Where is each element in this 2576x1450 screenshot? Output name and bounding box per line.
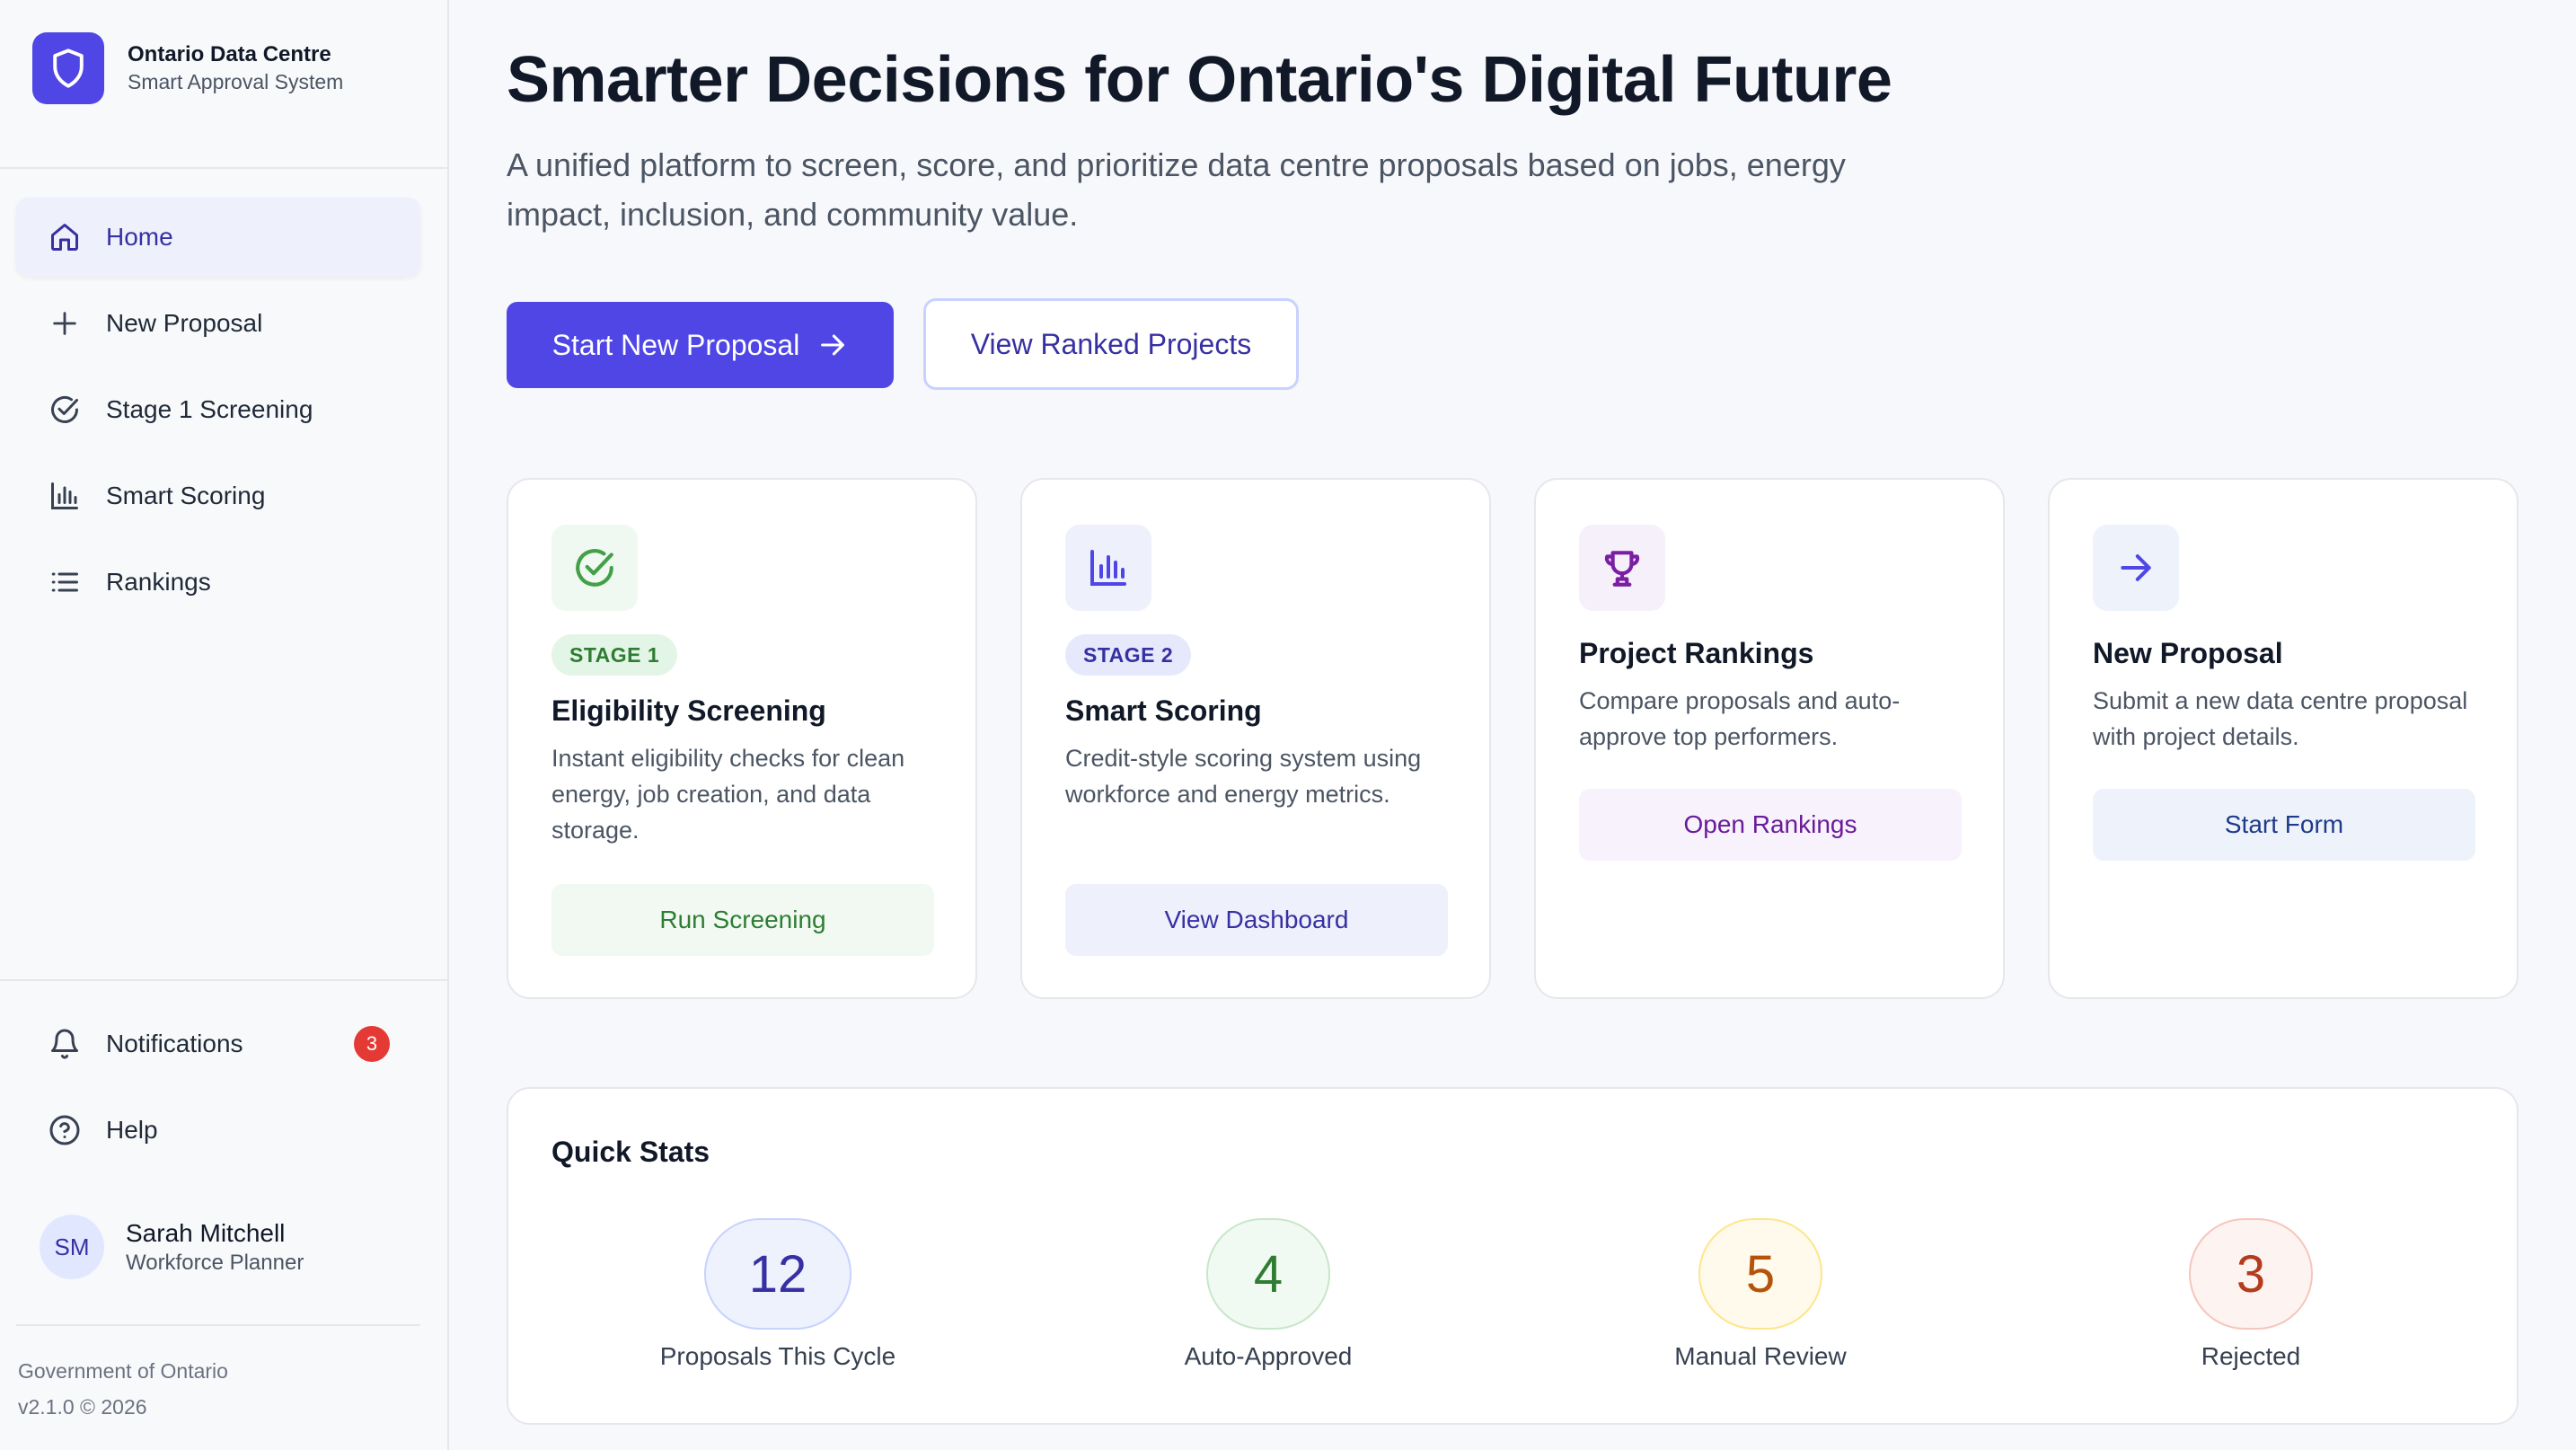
- open-rankings-button[interactable]: Open Rankings: [1579, 789, 1962, 861]
- sidebar-item-label: Smart Scoring: [106, 482, 266, 509]
- sidebar-item-notifications[interactable]: Notifications 3: [16, 1004, 420, 1083]
- sidebar-item-new-proposal[interactable]: New Proposal: [16, 284, 420, 363]
- brand-subtitle: Smart Approval System: [128, 70, 344, 93]
- page-subtitle: A unified platform to screen, score, and…: [507, 146, 1846, 233]
- divider: [16, 1324, 420, 1326]
- card-title: Project Rankings: [1579, 637, 1814, 669]
- card-description: Compare proposals and auto-approve top p…: [1579, 687, 1901, 750]
- footer-org: Government of Ontario: [18, 1359, 228, 1383]
- sidebar-item-smart-scoring[interactable]: Smart Scoring: [16, 456, 420, 535]
- quick-stats-panel: Quick Stats 12 Proposals This Cycle 4 Au…: [507, 1087, 2519, 1425]
- start-form-button[interactable]: Start Form: [2093, 789, 2475, 861]
- sidebar-item-home[interactable]: Home: [16, 198, 420, 277]
- stat-proposals-this-cycle: 12 Proposals This Cycle: [598, 1218, 957, 1371]
- stat-manual-review: 5 Manual Review: [1581, 1218, 1940, 1371]
- run-screening-button[interactable]: Run Screening: [551, 884, 934, 956]
- user-name: Sarah Mitchell: [126, 1219, 286, 1247]
- sidebar-item-label: Notifications: [106, 1030, 243, 1057]
- plus-icon: [47, 305, 83, 341]
- stat-label: Proposals This Cycle: [659, 1342, 896, 1370]
- check-circle-icon: [47, 392, 83, 428]
- list-icon: [47, 564, 83, 600]
- bell-icon: [47, 1026, 83, 1062]
- stat-label: Manual Review: [1674, 1342, 1847, 1370]
- divider: [0, 979, 447, 981]
- page-title: Smarter Decisions for Ontario's Digital …: [507, 44, 1892, 116]
- stat-label: Auto-Approved: [1184, 1342, 1353, 1370]
- sidebar-item-label: Stage 1 Screening: [106, 395, 313, 423]
- card-smart-scoring: STAGE 2 Smart Scoring Credit-style scori…: [1020, 478, 1491, 999]
- brand[interactable]: Ontario Data Centre Smart Approval Syste…: [32, 32, 343, 104]
- card-title: Smart Scoring: [1065, 694, 1262, 727]
- card-title: Eligibility Screening: [551, 694, 826, 727]
- stat-value: 3: [2189, 1218, 2313, 1330]
- stage-badge: STAGE 1: [551, 634, 678, 676]
- sidebar-bottom-nav: Notifications 3 Help: [16, 1004, 420, 1177]
- sidebar-nav: Home New Proposal Stage 1 Screening Smar…: [16, 198, 420, 629]
- stat-value: 5: [1698, 1218, 1822, 1330]
- sidebar-item-label: New Proposal: [106, 309, 263, 337]
- divider: [0, 167, 447, 169]
- card-project-rankings: Project Rankings Compare proposals and a…: [1534, 478, 2005, 999]
- arrow-right-icon: [2093, 525, 2179, 611]
- card-title: New Proposal: [2093, 637, 2283, 669]
- arrow-right-icon: [817, 330, 848, 360]
- card-description: Submit a new data centre proposal with p…: [2093, 687, 2468, 750]
- card-new-proposal: New Proposal Submit a new data centre pr…: [2048, 478, 2519, 999]
- notification-badge: 3: [354, 1026, 390, 1062]
- bar-chart-icon: [47, 478, 83, 514]
- sidebar-item-label: Rankings: [106, 568, 211, 596]
- stat-label: Rejected: [2201, 1342, 2301, 1370]
- button-label: Start New Proposal: [551, 328, 800, 361]
- sidebar-item-label: Help: [106, 1116, 158, 1144]
- avatar: SM: [40, 1215, 104, 1279]
- shield-icon: [32, 32, 104, 104]
- footer-version: v2.1.0 © 2026: [18, 1395, 147, 1419]
- card-eligibility-screening: STAGE 1 Eligibility Screening Instant el…: [507, 478, 977, 999]
- sidebar-item-label: Home: [106, 223, 173, 251]
- sidebar-item-stage-1-screening[interactable]: Stage 1 Screening: [16, 370, 420, 449]
- card-description: Instant eligibility checks for clean ene…: [551, 745, 905, 844]
- stage-badge: STAGE 2: [1065, 634, 1192, 676]
- user-profile[interactable]: SM Sarah Mitchell Workforce Planner: [40, 1215, 304, 1279]
- home-icon: [47, 219, 83, 255]
- user-role: Workforce Planner: [126, 1251, 304, 1275]
- view-ranked-projects-button[interactable]: View Ranked Projects: [923, 298, 1299, 390]
- check-circle-icon: [551, 525, 638, 611]
- brand-title: Ontario Data Centre: [128, 42, 331, 66]
- start-new-proposal-button[interactable]: Start New Proposal: [507, 302, 894, 388]
- stat-value: 12: [704, 1218, 851, 1330]
- bar-chart-icon: [1065, 525, 1151, 611]
- sidebar-footer: Government of Ontario v2.1.0 © 2026: [18, 1353, 228, 1425]
- sidebar: Ontario Data Centre Smart Approval Syste…: [0, 0, 449, 1450]
- stat-value: 4: [1206, 1218, 1330, 1330]
- sidebar-item-rankings[interactable]: Rankings: [16, 543, 420, 622]
- help-circle-icon: [47, 1112, 83, 1148]
- view-dashboard-button[interactable]: View Dashboard: [1065, 884, 1448, 956]
- sidebar-item-help[interactable]: Help: [16, 1091, 420, 1170]
- trophy-icon: [1579, 525, 1665, 611]
- stat-rejected: 3 Rejected: [2071, 1218, 2430, 1371]
- section-title: Quick Stats: [551, 1136, 710, 1168]
- stat-auto-approved: 4 Auto-Approved: [1089, 1218, 1448, 1371]
- card-description: Credit-style scoring system using workfo…: [1065, 745, 1422, 808]
